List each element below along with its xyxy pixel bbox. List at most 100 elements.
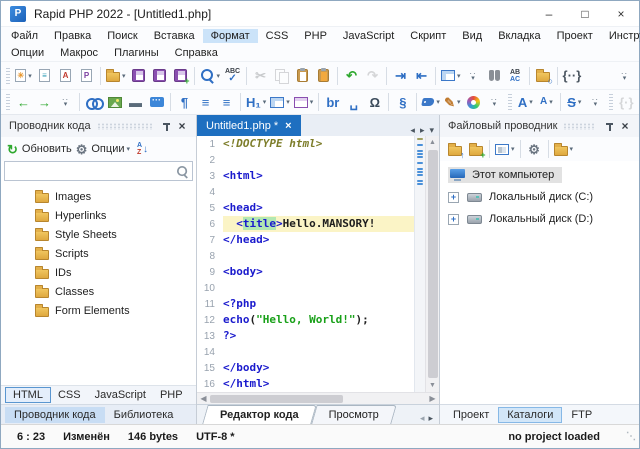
find-in-folder-button[interactable]: ○: [533, 65, 554, 87]
spell-check-button[interactable]: ABC✓: [222, 65, 243, 87]
nav-toolbar-overflow[interactable]: ··▾: [55, 91, 76, 113]
color-picker-button[interactable]: [463, 91, 484, 113]
new-folder-button[interactable]: +: [465, 138, 486, 160]
save-button[interactable]: [128, 65, 149, 87]
panel-tab-catalogs[interactable]: Каталоги: [498, 407, 562, 423]
maximize-button[interactable]: □: [567, 1, 603, 26]
menu-file[interactable]: Файл: [3, 29, 46, 43]
find-button[interactable]: ▾: [198, 65, 223, 87]
menu-view[interactable]: Вид: [454, 29, 490, 43]
options-button[interactable]: ⚙Опции▾: [74, 138, 132, 160]
horizontal-scroll-thumb[interactable]: [210, 395, 343, 403]
menu-options[interactable]: Опции: [3, 46, 52, 60]
outdent-button[interactable]: ⇤: [411, 65, 432, 87]
menu-help[interactable]: Справка: [167, 46, 226, 60]
vertical-scroll-thumb[interactable]: [428, 150, 438, 378]
new-document-button[interactable]: ✳▾: [13, 65, 34, 87]
favorites-button[interactable]: ▾: [552, 138, 576, 160]
scroll-left-icon[interactable]: ◀: [197, 394, 210, 403]
indent-button[interactable]: ⇥: [390, 65, 411, 87]
save-as-button[interactable]: +: [170, 65, 191, 87]
search-input[interactable]: [5, 163, 175, 179]
paragraph-button[interactable]: ¶: [174, 91, 195, 113]
insert-form-button[interactable]: ▾: [292, 91, 316, 113]
tab-list-button[interactable]: ▾: [429, 125, 434, 136]
menu-edit[interactable]: Правка: [46, 29, 99, 43]
layout-toolbar-overflow[interactable]: ··▾: [463, 65, 484, 87]
clipboard-button[interactable]: [313, 65, 334, 87]
menu-script[interactable]: Скрипт: [402, 29, 454, 43]
refresh-button[interactable]: ↻Обновить: [5, 138, 74, 160]
pin-button[interactable]: [158, 118, 174, 134]
panel-tab-code-explorer[interactable]: Проводник кода: [5, 407, 105, 423]
parent-folder-button[interactable]: ↑: [444, 138, 465, 160]
menu-php[interactable]: PHP: [296, 29, 335, 43]
tree-item-classes[interactable]: Classes: [1, 282, 196, 301]
unordered-list-button[interactable]: ≡: [195, 91, 216, 113]
menu-search[interactable]: Поиск: [99, 29, 145, 43]
view-tab-scroll-left-icon[interactable]: ◂: [420, 413, 425, 424]
heading-button[interactable]: H₁▾: [244, 91, 268, 113]
insert-link-button[interactable]: [83, 91, 104, 113]
font-size-button[interactable]: A▾: [515, 91, 536, 113]
insert-br-button[interactable]: br: [322, 91, 343, 113]
menu-macro[interactable]: Макрос: [52, 46, 106, 60]
sort-button[interactable]: AZ↓: [132, 138, 153, 160]
main-toolbar-overflow[interactable]: ··▾: [614, 65, 635, 87]
doc-tab-css[interactable]: CSS: [51, 388, 88, 402]
expand-icon[interactable]: +: [448, 192, 459, 203]
ordered-list-button[interactable]: ≡: [216, 91, 237, 113]
panel-tab-project[interactable]: Проект: [444, 407, 498, 423]
tree-item-ids[interactable]: IDs: [1, 263, 196, 282]
menu-tools[interactable]: Инструменты: [601, 29, 640, 43]
insert-hr-button[interactable]: ▬: [125, 91, 146, 113]
strikethrough-button[interactable]: S▾: [564, 91, 585, 113]
menu-css[interactable]: CSS: [258, 29, 297, 43]
menu-project[interactable]: Проект: [549, 29, 601, 43]
tree-item-style-sheets[interactable]: Style Sheets: [1, 225, 196, 244]
editor-tab-preview[interactable]: Просмотр: [314, 405, 394, 424]
back-button[interactable]: ←: [13, 91, 34, 113]
insert-toolbar-overflow[interactable]: ··▾: [484, 91, 505, 113]
tree-item-this-computer[interactable]: Этот компьютер: [440, 164, 639, 186]
menu-tab[interactable]: Вкладка: [490, 29, 548, 43]
special-char-button[interactable]: Ω: [364, 91, 385, 113]
insert-comment-button[interactable]: ···: [146, 91, 167, 113]
panel-tab-library[interactable]: Библиотека: [105, 407, 183, 423]
document-tab[interactable]: Untitled1.php * ×: [197, 115, 301, 136]
forward-button[interactable]: →: [34, 91, 55, 113]
panel-tab-ftp[interactable]: FTP: [562, 407, 601, 423]
tree-item-disk-d[interactable]: +Локальный диск (D:): [440, 208, 639, 230]
tree-item-disk-c[interactable]: +Локальный диск (C:): [440, 186, 639, 208]
minimize-button[interactable]: –: [531, 1, 567, 26]
view-tab-scroll-right-icon[interactable]: ▸: [428, 413, 433, 424]
scroll-up-icon[interactable]: ▲: [426, 136, 439, 149]
menu-format[interactable]: Формат: [203, 29, 258, 43]
horizontal-scrollbar[interactable]: ◀ ▶: [197, 392, 439, 404]
new-html-page-button[interactable]: ≡: [34, 65, 55, 87]
new-php-script-button[interactable]: P: [76, 65, 97, 87]
tree-item-hyperlinks[interactable]: Hyperlinks: [1, 206, 196, 225]
editor-tab-code[interactable]: Редактор кода: [205, 405, 314, 424]
view-mode-button[interactable]: ▾: [493, 138, 517, 160]
close-panel-button[interactable]: ×: [174, 118, 190, 134]
insert-table-button[interactable]: ▾: [268, 91, 292, 113]
open-file-button[interactable]: ▾: [104, 65, 128, 87]
find-in-files-button[interactable]: [484, 65, 505, 87]
insert-script-button[interactable]: §: [392, 91, 413, 113]
scroll-right-icon[interactable]: ▶: [426, 394, 439, 403]
menu-javascript[interactable]: JavaScript: [335, 29, 402, 43]
expand-icon[interactable]: +: [448, 214, 459, 225]
doc-tab-javascript[interactable]: JavaScript: [88, 388, 153, 402]
panels-layout-button[interactable]: ▾: [439, 65, 463, 87]
doc-tab-html[interactable]: HTML: [5, 387, 51, 403]
vertical-scrollbar[interactable]: ▲ ▼: [425, 136, 439, 392]
undo-button[interactable]: ↶: [341, 65, 362, 87]
close-button[interactable]: ×: [603, 1, 639, 26]
pin-button[interactable]: [601, 118, 617, 134]
cut-button[interactable]: ✂: [250, 65, 271, 87]
paste-button[interactable]: [292, 65, 313, 87]
code-browser-button[interactable]: {·}: [616, 91, 637, 113]
close-panel-button[interactable]: ×: [617, 118, 633, 134]
scroll-down-icon[interactable]: ▼: [426, 379, 439, 392]
